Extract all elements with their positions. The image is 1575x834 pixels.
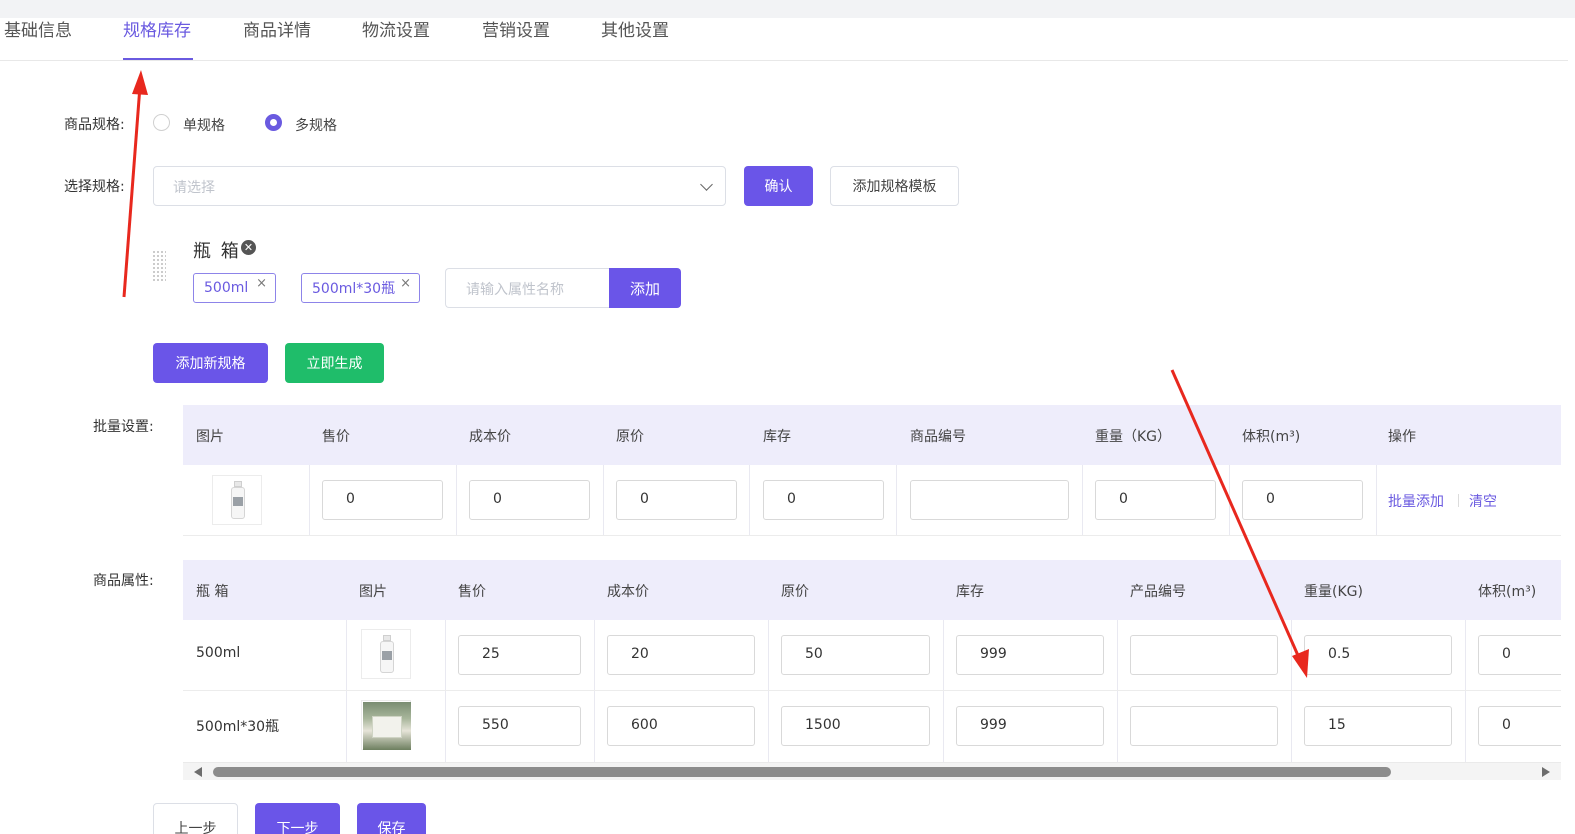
- column-header: 售价: [458, 584, 486, 600]
- close-icon[interactable]: ×: [256, 276, 267, 291]
- original-price-input[interactable]: 1500: [781, 706, 930, 746]
- price-input[interactable]: 25: [458, 635, 581, 675]
- radio-single-spec-label[interactable]: 单规格: [183, 115, 225, 135]
- confirm-button[interactable]: 确认: [744, 166, 813, 206]
- tab-logistics[interactable]: 物流设置: [362, 16, 430, 41]
- batch-price-input[interactable]: 0: [322, 480, 443, 520]
- add-new-spec-button[interactable]: 添加新规格: [153, 343, 268, 383]
- spec-value-text: 500ml*30瓶: [312, 281, 396, 297]
- attr-name-input[interactable]: 请输入属性名称: [445, 268, 610, 308]
- batch-volume-input[interactable]: 0: [1242, 480, 1363, 520]
- tab-marketing[interactable]: 营销设置: [482, 16, 550, 41]
- column-header: 原价: [616, 429, 644, 445]
- stock-input[interactable]: 999: [956, 706, 1104, 746]
- batch-add-link[interactable]: 批量添加: [1388, 491, 1444, 511]
- stock-input[interactable]: 999: [956, 635, 1104, 675]
- annotation-arrow-up: [122, 85, 142, 298]
- column-header: 成本价: [469, 429, 511, 445]
- volume-input[interactable]: 0: [1478, 706, 1561, 746]
- add-attr-button[interactable]: 添加: [609, 268, 681, 308]
- scroll-left-icon[interactable]: [194, 767, 202, 777]
- radio-multi-spec-label[interactable]: 多规格: [295, 115, 337, 135]
- scroll-thumb[interactable]: [213, 767, 1391, 777]
- column-header: 图片: [196, 429, 224, 445]
- batch-table-header: [183, 405, 1561, 465]
- column-header: 库存: [956, 584, 984, 600]
- spec-select[interactable]: 请选择: [153, 166, 726, 206]
- column-header: 体积(m³): [1242, 429, 1301, 445]
- column-header: 原价: [781, 584, 809, 600]
- active-tab-underline: [123, 58, 193, 60]
- column-header: 体积(m³): [1478, 584, 1537, 600]
- column-header: 库存: [763, 429, 791, 445]
- attr-name-placeholder: 请输入属性名称: [466, 282, 564, 298]
- spec-group-name: 瓶 箱: [193, 241, 241, 262]
- save-button[interactable]: 保存: [357, 803, 426, 834]
- original-price-input[interactable]: 50: [781, 635, 930, 675]
- batch-code-input[interactable]: [910, 480, 1069, 520]
- code-input[interactable]: [1130, 635, 1278, 675]
- chevron-down-icon: [700, 178, 713, 191]
- column-header: 图片: [359, 584, 387, 600]
- batch-cost-input[interactable]: 0: [469, 480, 590, 520]
- link-divider: [1458, 494, 1459, 507]
- column-header: 操作: [1388, 429, 1416, 445]
- cost-input[interactable]: 600: [607, 706, 755, 746]
- batch-settings-label: 批量设置:: [93, 419, 154, 435]
- price-input[interactable]: 550: [458, 706, 581, 746]
- add-spec-template-button[interactable]: 添加规格模板: [830, 166, 959, 206]
- bottle-icon: [380, 635, 394, 673]
- spec-cell: 500ml*30瓶: [196, 719, 280, 735]
- attrs-table: 瓶 箱 图片 售价 成本价 原价 库存 产品编号 重量(KG) 体积(m³) 5…: [183, 560, 1561, 762]
- spec-value-tag: 500ml*30瓶 ×: [301, 273, 420, 303]
- scroll-right-icon[interactable]: [1542, 767, 1550, 777]
- spec-value-text: 500ml: [204, 280, 249, 296]
- batch-weight-input[interactable]: 0: [1095, 480, 1216, 520]
- bottle-icon: [231, 481, 245, 519]
- tab-product-detail[interactable]: 商品详情: [243, 16, 311, 41]
- prev-step-button[interactable]: 上一步: [153, 803, 238, 834]
- column-header: 重量（KG）: [1095, 429, 1172, 445]
- generate-now-button[interactable]: 立即生成: [285, 343, 384, 383]
- close-icon[interactable]: ×: [400, 276, 411, 291]
- tab-spec-stock[interactable]: 规格库存: [123, 16, 191, 41]
- remove-spec-group-icon[interactable]: ✕: [241, 240, 256, 255]
- batch-stock-input[interactable]: 0: [763, 480, 884, 520]
- batch-table: 图片 售价 成本价 原价 库存 商品编号 重量（KG） 体积(m³) 操作 0 …: [183, 405, 1561, 536]
- column-header: 瓶 箱: [196, 584, 229, 600]
- volume-input[interactable]: 0: [1478, 635, 1561, 675]
- tab-other[interactable]: 其他设置: [601, 16, 669, 41]
- spec-value-tag: 500ml ×: [193, 273, 276, 303]
- arrow-head-icon: [132, 70, 148, 95]
- product-attrs-label: 商品属性:: [93, 573, 154, 589]
- weight-input[interactable]: 0.5: [1304, 635, 1452, 675]
- column-header: 商品编号: [910, 429, 966, 445]
- horizontal-scrollbar[interactable]: [183, 762, 1561, 780]
- cost-input[interactable]: 20: [607, 635, 755, 675]
- weight-input[interactable]: 15: [1304, 706, 1452, 746]
- choose-spec-label: 选择规格:: [64, 179, 125, 195]
- spec-cell: 500ml: [196, 645, 241, 661]
- column-header: 重量(KG): [1304, 584, 1363, 600]
- tab-basic-info[interactable]: 基础信息: [4, 16, 72, 41]
- box-image-icon: [363, 702, 411, 750]
- product-image[interactable]: [361, 700, 411, 750]
- drag-handle-icon[interactable]: [152, 250, 166, 282]
- column-header: 售价: [322, 429, 350, 445]
- batch-original-price-input[interactable]: 0: [616, 480, 737, 520]
- spec-type-label: 商品规格:: [64, 117, 125, 133]
- code-input[interactable]: [1130, 706, 1278, 746]
- spec-select-placeholder: 请选择: [173, 180, 215, 196]
- next-step-button[interactable]: 下一步: [255, 803, 340, 834]
- tab-bar: 基础信息 规格库存 商品详情 物流设置 营销设置 其他设置: [0, 0, 1568, 61]
- product-image[interactable]: [212, 475, 262, 525]
- radio-multi-spec[interactable]: [265, 114, 282, 131]
- column-header: 成本价: [607, 584, 649, 600]
- clear-link[interactable]: 清空: [1469, 491, 1497, 511]
- column-header: 产品编号: [1130, 584, 1186, 600]
- product-image[interactable]: [361, 629, 411, 679]
- radio-single-spec[interactable]: [153, 114, 170, 131]
